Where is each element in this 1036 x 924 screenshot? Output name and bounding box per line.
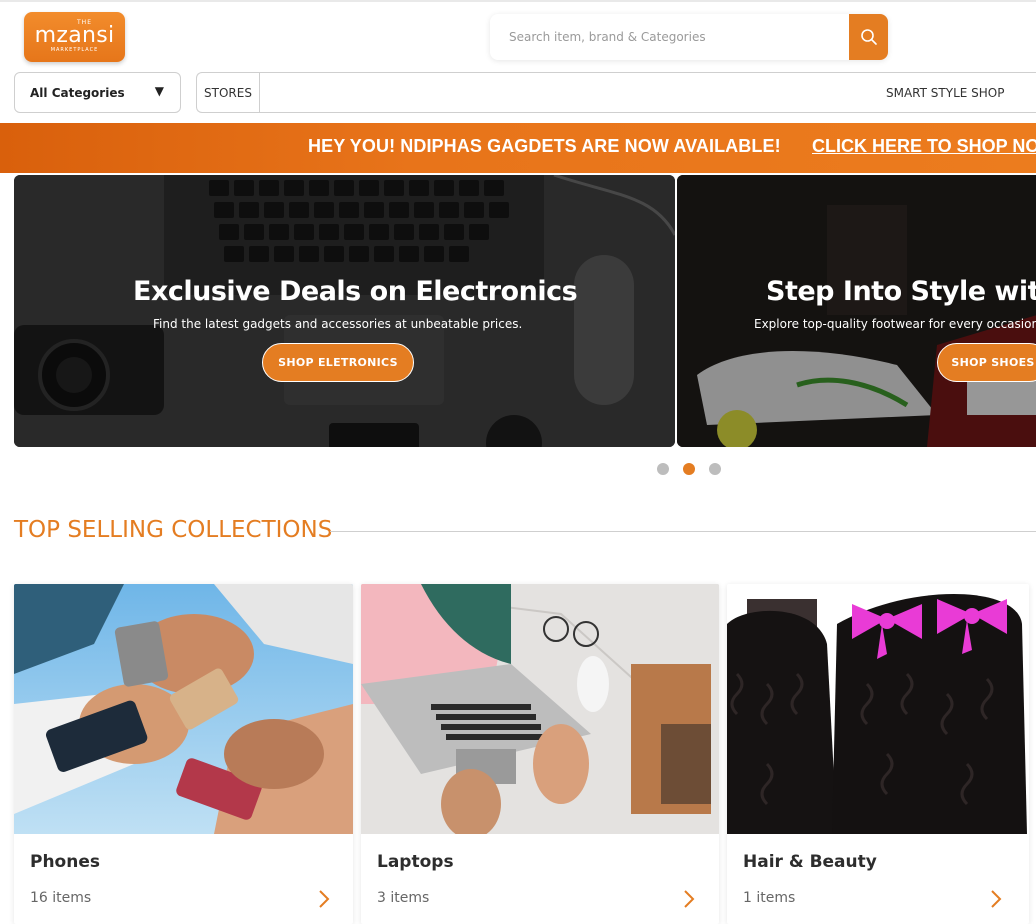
search-icon: [860, 29, 877, 45]
slider-dot-3[interactable]: [709, 463, 721, 475]
promo-text: HEY YOU! NDIPHAS GAGDETS ARE NOW AVAILAB…: [308, 136, 781, 156]
chevron-right-icon[interactable]: [988, 887, 1004, 911]
category-select[interactable]: All Categories ▼: [14, 72, 181, 113]
collection-card-phones[interactable]: Phones 16 items: [14, 584, 353, 924]
slide-title: Exclusive Deals on Electronics: [133, 276, 578, 307]
slider-dots: [657, 463, 721, 475]
logo-brand: mzansi: [34, 23, 115, 48]
search-button[interactable]: [849, 14, 888, 60]
chevron-right-icon[interactable]: [316, 887, 332, 911]
site-logo[interactable]: THE mzansi MARKETPLACE: [24, 12, 125, 62]
collection-count: 1 items: [743, 890, 796, 906]
dropdown-arrow-icon: ▼: [154, 84, 164, 98]
hero-slide-shoes: Step Into Style with Shoes Explore top-q…: [677, 175, 1036, 447]
phones-illustration: [14, 584, 353, 834]
collection-card-hair-beauty[interactable]: Hair & Beauty 1 items: [727, 584, 1029, 924]
category-select-value: All Categories: [30, 85, 125, 100]
hero-slide-electronics: Exclusive Deals on Electronics Find the …: [14, 175, 675, 447]
search-input[interactable]: [490, 14, 849, 60]
shop-electronics-button[interactable]: SHOP ELETRONICS: [262, 343, 414, 382]
nav-link-stores[interactable]: STORES: [197, 73, 260, 112]
slide-title: Step Into Style with Shoes: [766, 276, 1036, 307]
shop-shoes-button[interactable]: SHOP SHOES: [937, 343, 1036, 382]
section-title: TOP SELLING COLLECTIONS: [14, 517, 333, 543]
promo-banner: HEY YOU! NDIPHAS GAGDETS ARE NOW AVAILAB…: [0, 123, 1036, 173]
slider-dot-2[interactable]: [683, 463, 695, 475]
slide-overlay: [677, 175, 1036, 447]
top-border: [0, 0, 1036, 2]
laptops-image: [361, 584, 719, 834]
collection-card-laptops[interactable]: Laptops 3 items: [361, 584, 719, 924]
hair-beauty-image: [727, 584, 1029, 834]
phones-image: [14, 584, 353, 834]
slide-subtitle: Explore top-quality footwear for every o…: [754, 317, 1036, 331]
slider-dot-1[interactable]: [657, 463, 669, 475]
search-bar: [490, 14, 888, 60]
chevron-right-icon[interactable]: [681, 887, 697, 911]
slide-overlay: [14, 175, 675, 447]
promo-link[interactable]: CLICK HERE TO SHOP NOW: [812, 136, 1036, 157]
logo-sub: MARKETPLACE: [50, 47, 99, 53]
nav-bar: STORES SMART STYLE SHOP: [196, 72, 1036, 113]
collection-count: 3 items: [377, 890, 430, 906]
collection-count: 16 items: [30, 890, 92, 906]
collection-name: Hair & Beauty: [743, 852, 877, 872]
laptops-illustration: [361, 584, 719, 834]
hair-illustration: [727, 584, 1029, 834]
collection-name: Laptops: [377, 852, 454, 872]
nav-link-smart-style-shop[interactable]: SMART STYLE SHOP: [886, 73, 1004, 112]
slide-subtitle: Find the latest gadgets and accessories …: [153, 317, 523, 331]
collection-name: Phones: [30, 852, 100, 872]
section-divider: [330, 531, 1036, 532]
